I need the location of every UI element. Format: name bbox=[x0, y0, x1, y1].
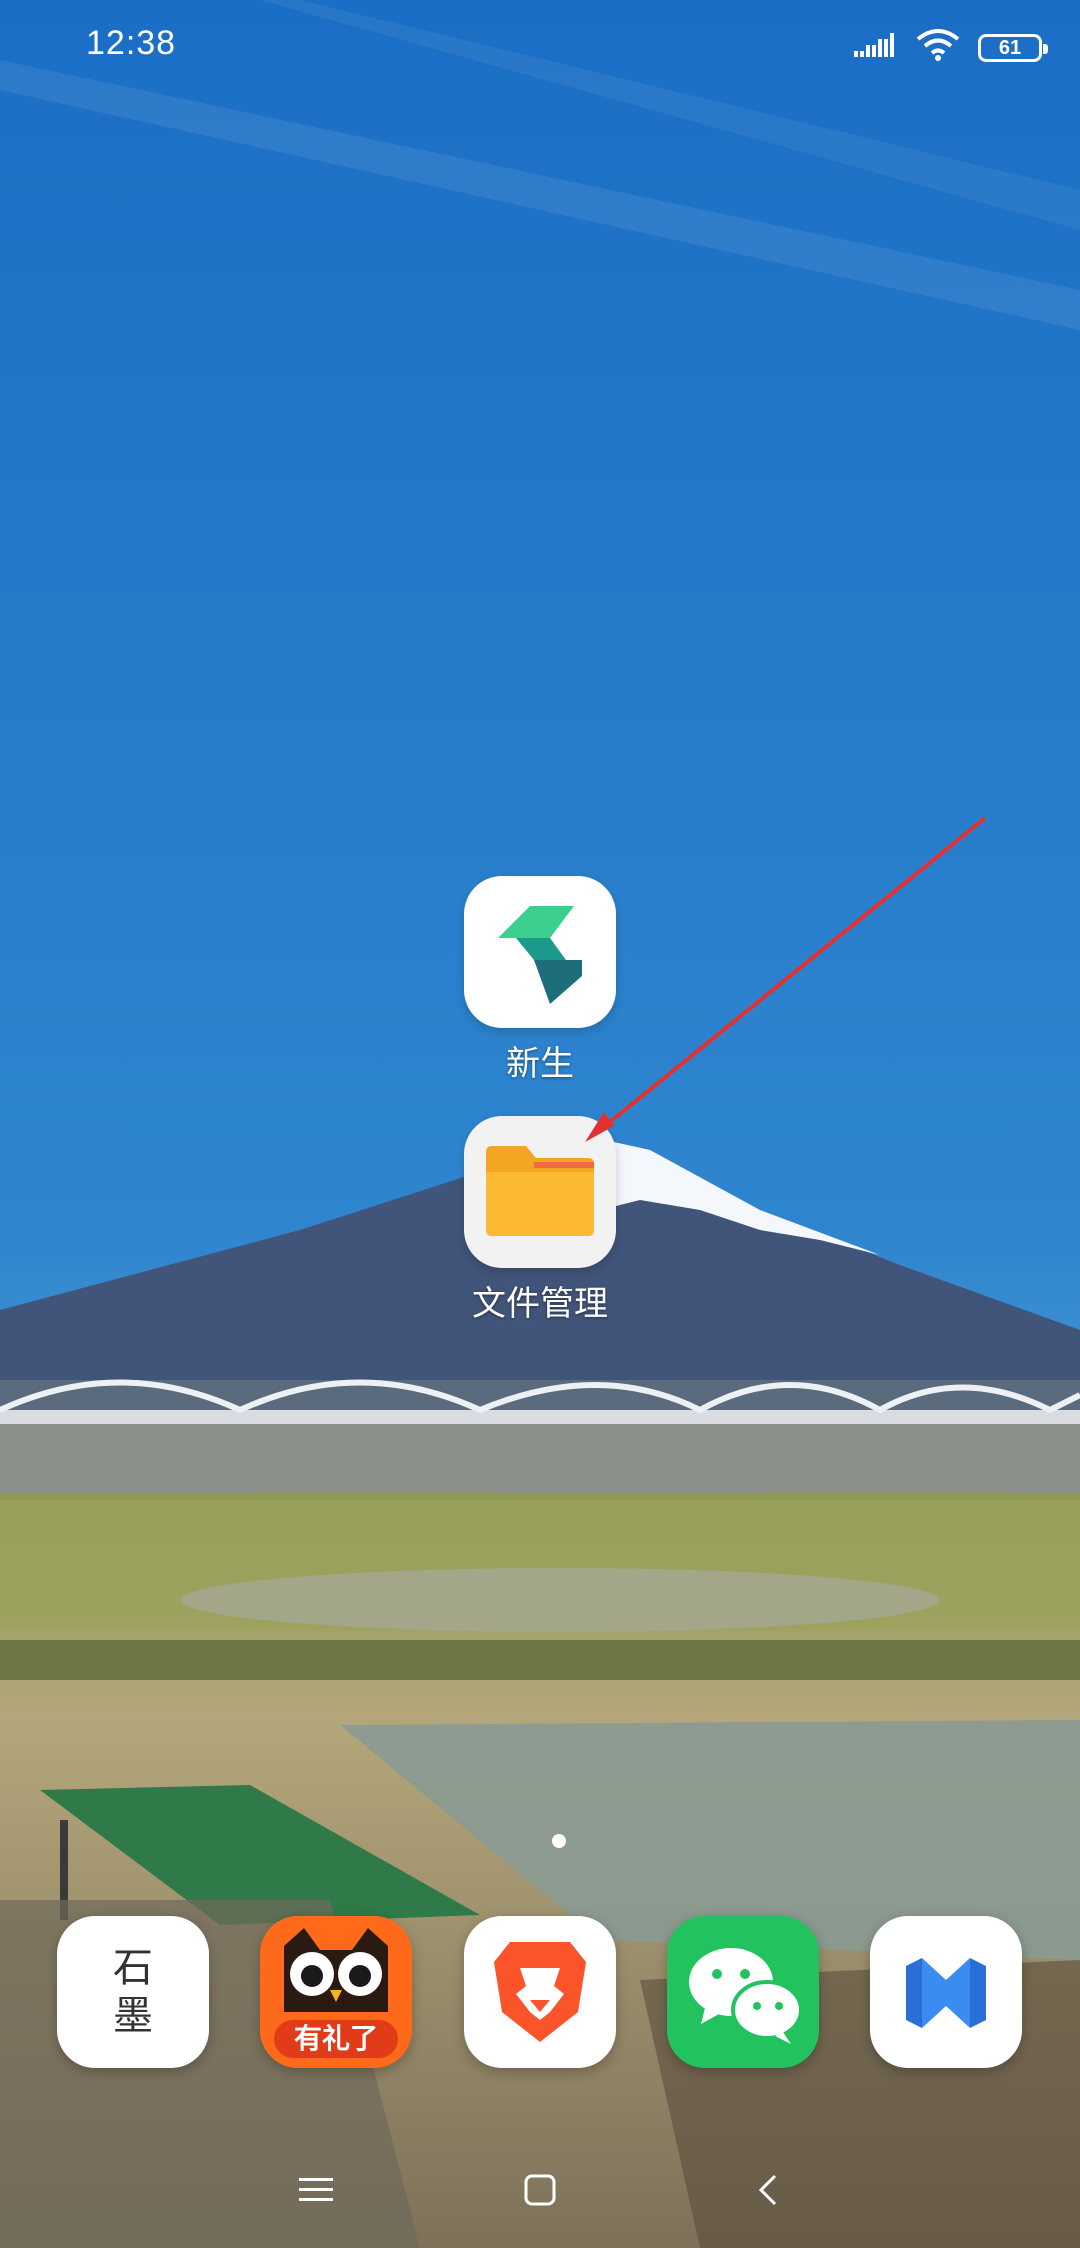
battery-level: 61 bbox=[998, 37, 1022, 59]
back-button[interactable] bbox=[738, 2160, 798, 2220]
status-bar: 12:38 61 bbox=[0, 0, 1080, 96]
dock-app-owl[interactable]: 有礼了 bbox=[260, 1916, 412, 2068]
wifi-icon bbox=[916, 28, 960, 68]
home-button[interactable] bbox=[510, 2160, 570, 2220]
status-time: 12:38 bbox=[86, 24, 177, 62]
dock-app-wechat[interactable] bbox=[667, 1916, 819, 2068]
status-icons: 61 bbox=[854, 28, 1048, 68]
menu-button[interactable] bbox=[286, 2160, 346, 2220]
back-chevron-icon bbox=[758, 2174, 777, 2206]
folder-icon[interactable] bbox=[464, 1116, 616, 1268]
app-xinsheng[interactable]: 新生 bbox=[464, 876, 616, 1085]
shimo-logo-icon: 石墨 bbox=[113, 1945, 153, 2039]
m-logo-icon bbox=[906, 1958, 986, 2028]
owl-icon: 有礼了 bbox=[260, 1916, 412, 2068]
dock-app-blue[interactable] bbox=[870, 1916, 1022, 2068]
navigation-bar bbox=[0, 2150, 1080, 2230]
menu-icon bbox=[299, 2178, 333, 2201]
app-label: 文件管理 bbox=[472, 1285, 608, 1323]
home-square-icon bbox=[524, 2174, 556, 2206]
app-label: 新生 bbox=[506, 1045, 574, 1083]
dock-app-brave[interactable] bbox=[464, 1916, 616, 2068]
lion-icon bbox=[494, 1942, 586, 2042]
page-indicator-dot bbox=[552, 1834, 566, 1848]
signal-icon bbox=[854, 31, 898, 66]
wechat-icon bbox=[689, 1948, 803, 2044]
battery-indicator: 61 bbox=[978, 34, 1048, 62]
svg-text:有礼了: 有礼了 bbox=[294, 2022, 378, 2055]
dock-app-shimo[interactable]: 石墨 bbox=[57, 1916, 209, 2068]
app-file-manager[interactable]: 文件管理 bbox=[464, 1116, 616, 1325]
xinsheng-app-icon[interactable] bbox=[464, 876, 616, 1028]
